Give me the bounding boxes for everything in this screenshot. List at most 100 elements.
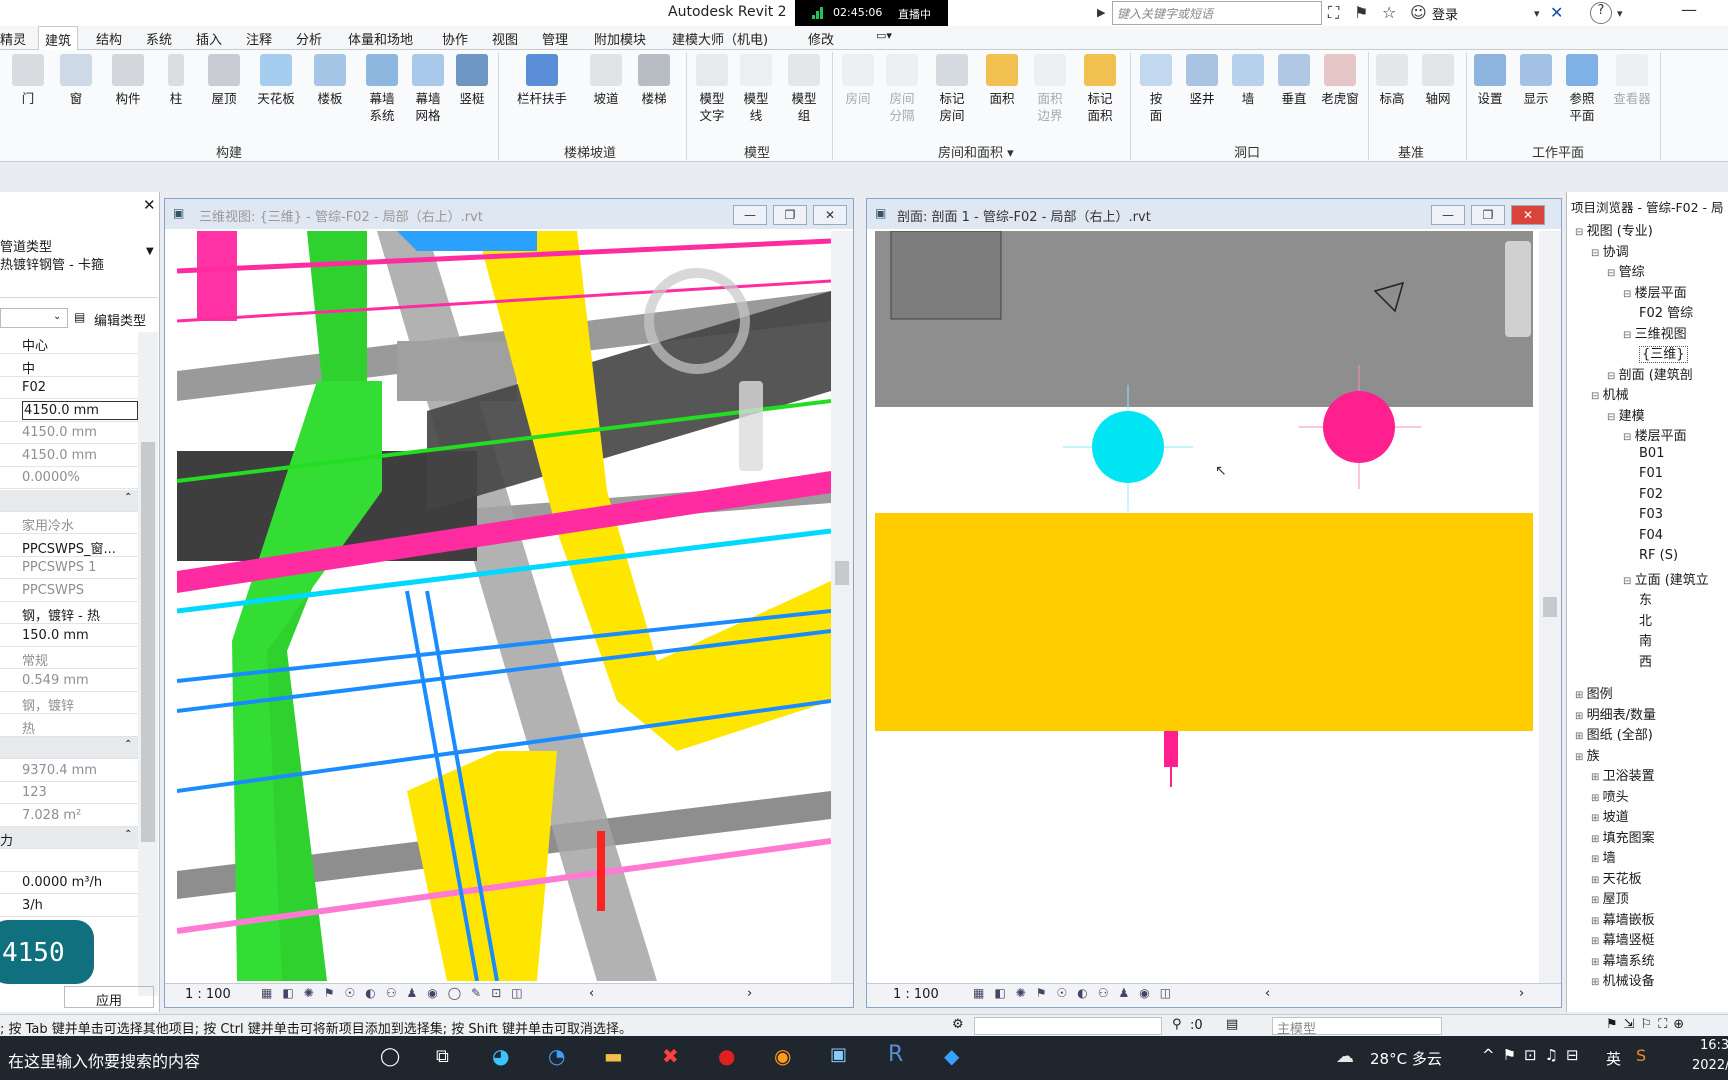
ref-plane-button[interactable]: 参照 平面	[1558, 54, 1606, 124]
exchange-icon[interactable]: ✕	[1550, 3, 1563, 22]
expand-toggle-icon[interactable]: ⊟	[1607, 412, 1619, 423]
view-3d-canvas[interactable]	[177, 231, 831, 981]
door-button[interactable]: 门	[4, 54, 52, 107]
clock-date[interactable]: 2022/	[1692, 1058, 1728, 1073]
browser-item[interactable]: ⊟ 剖面 (建筑剖	[1607, 364, 1693, 383]
by-face-button[interactable]: 按 面	[1132, 54, 1180, 124]
stair-button[interactable]: 楼梯	[630, 54, 678, 107]
property-row[interactable]: F02	[0, 377, 138, 399]
property-row[interactable]: PPCSWPS	[0, 580, 138, 602]
properties-scrollbar[interactable]	[138, 332, 158, 996]
room-button[interactable]: 房间	[834, 54, 882, 107]
view-3d-window[interactable]: ▣ 三维视图: {三维} - 管综-F02 - 局部（右上）.rvt — ❐ ✕	[164, 198, 854, 1008]
browser-item[interactable]: ⊞ 明细表/数量	[1575, 704, 1656, 723]
instance-filter[interactable]: ⌄	[0, 308, 68, 328]
component-button[interactable]: 构件	[104, 54, 152, 107]
browser-item[interactable]: ⊞ 坡道	[1591, 806, 1629, 825]
editing-icon[interactable]: ▤	[1226, 1017, 1238, 1032]
expand-toggle-icon[interactable]: ⊟	[1623, 576, 1635, 587]
filter-icon[interactable]: ⚲	[1172, 1017, 1182, 1032]
vertical-scrollbar[interactable]	[1539, 231, 1561, 983]
tab-systems[interactable]: 系统	[146, 29, 172, 48]
browser-item[interactable]: ⊟ 立面 (建筑立	[1623, 569, 1709, 588]
browser-item[interactable]: 北	[1639, 610, 1652, 629]
expand-toggle-icon[interactable]: ⊟	[1623, 330, 1635, 341]
model-text-button[interactable]: 模型 文字	[688, 54, 736, 124]
browser-item[interactable]: RF (S)	[1639, 548, 1678, 563]
property-row[interactable]: 家用冷水	[0, 512, 138, 534]
file-explorer-icon[interactable]: ▬	[604, 1044, 623, 1068]
revit-icon[interactable]: R	[888, 1042, 903, 1067]
expand-toggle-icon[interactable]: ⊟	[1607, 371, 1619, 382]
floor-button[interactable]: 楼板	[306, 54, 354, 107]
window-button[interactable]: 窗	[52, 54, 100, 107]
browser-item[interactable]: ⊞ 幕墙嵌板	[1591, 909, 1655, 928]
expand-toggle-icon[interactable]: ⊟	[1575, 227, 1587, 238]
browser-item[interactable]: ⊟ 管综	[1607, 261, 1645, 280]
level-button[interactable]: 标高	[1368, 54, 1416, 107]
expand-toggle-icon[interactable]: ⊞	[1591, 813, 1603, 824]
property-row[interactable]	[0, 850, 138, 872]
minimize-app-icon[interactable]: —	[1681, 0, 1697, 19]
binoculars-icon[interactable]: ⛶	[1328, 3, 1339, 23]
cad-icon[interactable]: ▣	[830, 1044, 847, 1065]
property-row[interactable]: PPCSWPS_窗...	[0, 535, 138, 557]
property-row[interactable]: 4150.0 mm	[0, 400, 138, 422]
collapse-icon[interactable]: ⌃	[124, 739, 132, 750]
expand-toggle-icon[interactable]: ⊞	[1591, 854, 1603, 865]
browser-icon[interactable]: ◔	[548, 1044, 565, 1068]
browser-item[interactable]: ⊞ 卫浴装置	[1591, 765, 1655, 784]
property-row[interactable]: 热	[0, 715, 138, 737]
browser-item[interactable]: F02	[1639, 487, 1663, 502]
wall-opening-button[interactable]: 墙	[1224, 54, 1272, 107]
expand-toggle-icon[interactable]: ⊞	[1575, 731, 1587, 742]
browser-item[interactable]: ⊞ 族	[1575, 745, 1600, 764]
browser-item[interactable]: ⊞ 屋顶	[1591, 888, 1629, 907]
property-row[interactable]: 0.0000 m³/h	[0, 872, 138, 894]
view-scale[interactable]: 1 : 100	[893, 987, 939, 1002]
browser-item[interactable]: F04	[1639, 528, 1663, 543]
tab-view[interactable]: 视图	[492, 29, 518, 48]
browser-item[interactable]: ⊟ 楼层平面	[1623, 425, 1687, 444]
browser-item[interactable]: ⊟ 楼层平面	[1623, 282, 1687, 301]
tab-massing[interactable]: 体量和场地	[348, 29, 413, 48]
subscription-icon[interactable]: ⚑	[1354, 3, 1368, 22]
browser-item[interactable]: F02 管综	[1639, 302, 1693, 321]
collapse-icon[interactable]: ⌃	[124, 492, 132, 503]
model-select[interactable]: 主模型	[1272, 1017, 1442, 1037]
property-row[interactable]: 钢，镀锌	[0, 692, 138, 714]
property-group-header[interactable]: ⌃	[0, 737, 138, 759]
expand-toggle-icon[interactable]: ⊞	[1591, 793, 1603, 804]
property-row[interactable]: 中	[0, 355, 138, 377]
expand-toggle-icon[interactable]: ⊟	[1607, 268, 1619, 279]
browser-item[interactable]: {三维}	[1639, 343, 1688, 363]
expand-toggle-icon[interactable]: ⊞	[1591, 957, 1603, 968]
cortana-icon[interactable]: ◯	[380, 1046, 400, 1067]
tab-collaborate[interactable]: 协作	[442, 29, 468, 48]
signin-link[interactable]: 登录	[1432, 4, 1458, 23]
browser-item[interactable]: 西	[1639, 651, 1652, 670]
property-row[interactable]: 7.028 m²	[0, 805, 138, 827]
expand-toggle-icon[interactable]: ⊞	[1575, 711, 1587, 722]
expand-toggle-icon[interactable]: ⊞	[1591, 875, 1603, 886]
expand-toggle-icon[interactable]: ⊞	[1591, 895, 1603, 906]
property-row[interactable]: 3/h	[0, 895, 138, 917]
browser-item[interactable]: ⊞ 幕墙竖梃	[1591, 929, 1655, 948]
expand-toggle-icon[interactable]: ⊞	[1591, 977, 1603, 988]
tag-room-button[interactable]: 标记 房间	[928, 54, 976, 124]
browser-item[interactable]: ⊟ 协调	[1591, 241, 1629, 260]
browser-item[interactable]: ⊞ 喷头	[1591, 786, 1629, 805]
expand-toggle-icon[interactable]: ⊞	[1575, 752, 1587, 763]
property-row[interactable]: 4150.0 mm	[0, 422, 138, 444]
grid-button[interactable]: 轴网	[1414, 54, 1462, 107]
section-canvas[interactable]: ↖	[875, 231, 1533, 983]
property-row[interactable]: 0.549 mm	[0, 670, 138, 692]
record-icon[interactable]: ●	[718, 1044, 735, 1068]
worksets-icon[interactable]: ⚙	[952, 1017, 964, 1032]
view-control-icons[interactable]: ▦◧✺⚑☉◐⚇♟◉◫	[973, 986, 1181, 1000]
app-icon-orange[interactable]: ◉	[774, 1044, 791, 1068]
shaft-button[interactable]: 竖井	[1178, 54, 1226, 107]
browser-item[interactable]: ⊟ 机械	[1591, 384, 1629, 403]
tag-area-button[interactable]: 标记 面积	[1076, 54, 1124, 124]
tab-manage[interactable]: 管理	[542, 29, 568, 48]
